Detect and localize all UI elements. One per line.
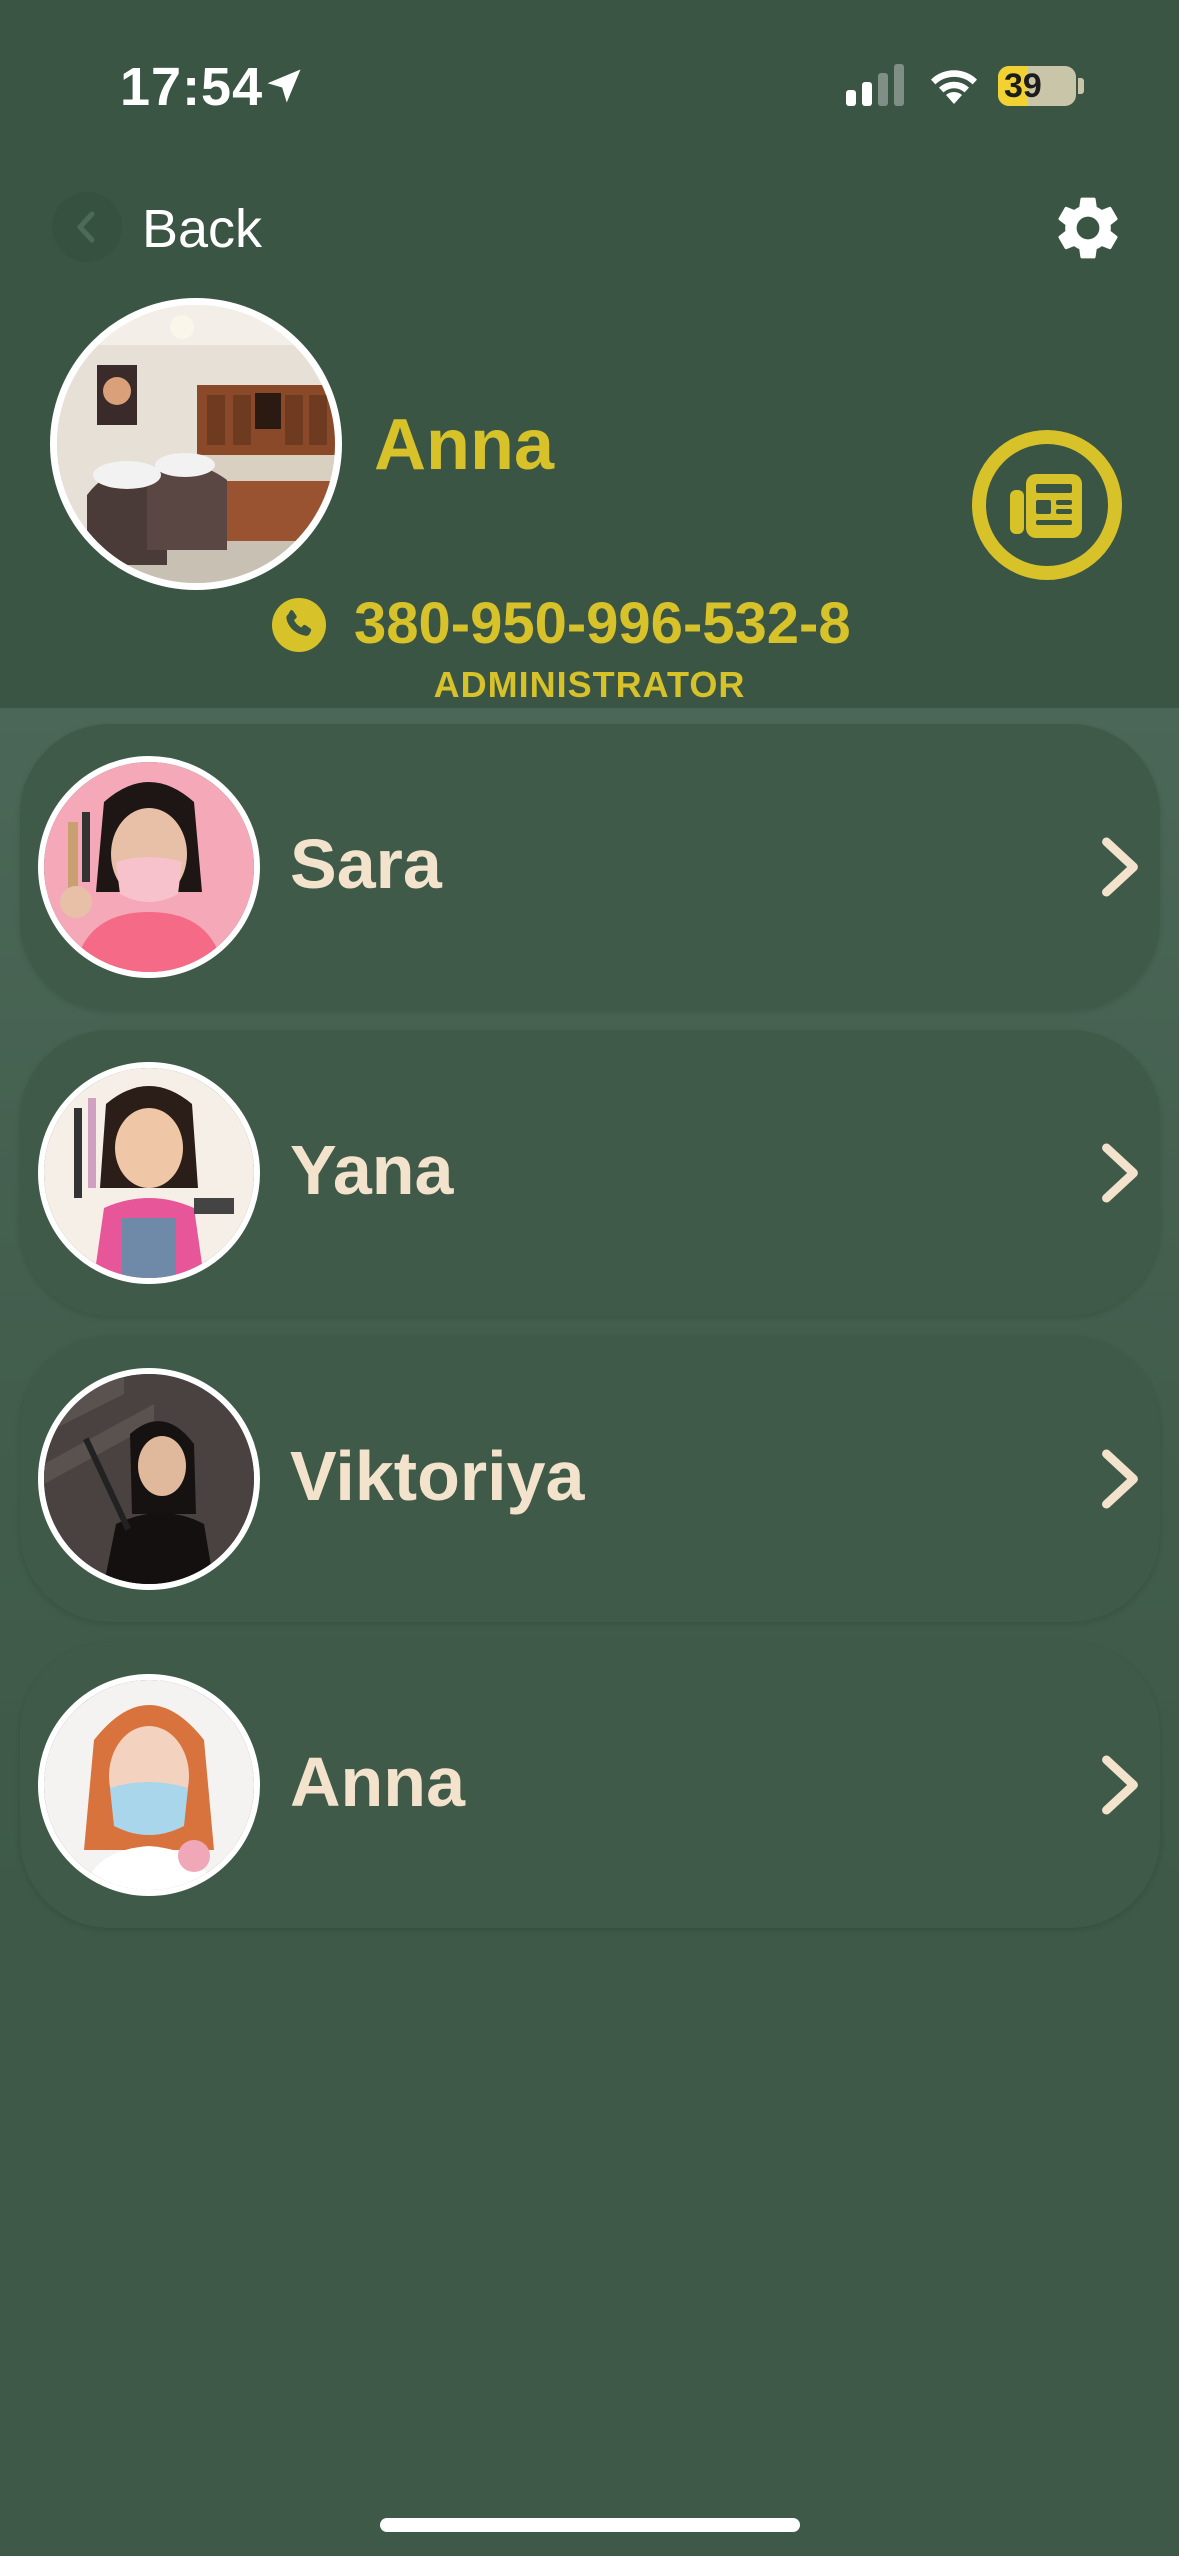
chevron-right-icon (1102, 1755, 1138, 1815)
salon-photo (57, 305, 335, 583)
staff-name: Viktoriya (290, 1437, 585, 1515)
phone-number[interactable]: 380-950-996-532-8 (354, 590, 851, 657)
role-label: ADMINISTRATOR (433, 664, 746, 705)
chevron-right-icon (1102, 1449, 1138, 1509)
home-indicator[interactable] (380, 2518, 800, 2532)
wifi-icon (931, 70, 977, 104)
back-label[interactable]: Back (142, 198, 262, 260)
location-arrow-icon (267, 69, 301, 103)
newspaper-icon (1010, 474, 1082, 538)
signal-icon (846, 64, 904, 106)
staff-name: Anna (290, 1743, 465, 1821)
chevron-right-icon (1102, 1143, 1138, 1203)
chevron-left-icon (77, 211, 95, 243)
back-button[interactable] (52, 192, 122, 262)
list-item[interactable]: Yana (20, 1030, 1160, 1316)
news-button[interactable] (972, 430, 1122, 580)
list-item[interactable]: Viktoriya (20, 1336, 1160, 1622)
list-item[interactable]: Anna (20, 1642, 1160, 1928)
profile-avatar[interactable] (50, 298, 342, 590)
avatar (38, 756, 260, 978)
avatar (38, 1062, 260, 1284)
battery-cap (1078, 78, 1084, 94)
battery-charging-icon: 39 (998, 66, 1076, 106)
staff-name: Sara (290, 825, 442, 903)
phone-icon[interactable] (272, 598, 326, 652)
avatar (38, 1368, 260, 1590)
profile-name: Anna (374, 405, 554, 485)
status-time: 17:54 (120, 57, 264, 117)
avatar (38, 1674, 260, 1896)
chevron-right-icon (1102, 837, 1138, 897)
staff-name: Yana (290, 1131, 454, 1209)
list-item[interactable]: Sara (20, 724, 1160, 1010)
battery-level: 39 (1004, 67, 1042, 105)
gear-icon[interactable] (1050, 190, 1126, 266)
